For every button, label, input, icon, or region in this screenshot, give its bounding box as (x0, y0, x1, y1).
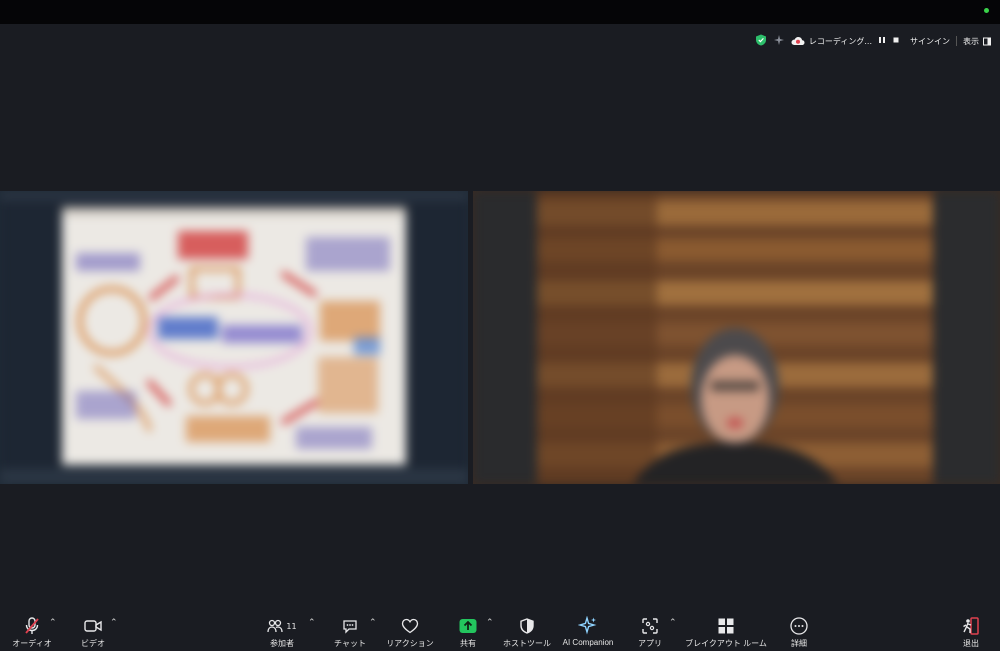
view-icon (983, 37, 991, 45)
window-top-bar (0, 0, 1000, 24)
apps-label: アプリ (638, 639, 662, 648)
camera-indicator-dot (984, 8, 989, 13)
stop-icon[interactable] (892, 36, 900, 46)
leave-button[interactable]: 退出 (956, 604, 986, 651)
share-label: 共有 (460, 639, 476, 648)
more-icon (790, 616, 808, 636)
leave-icon (962, 616, 980, 636)
video-tile-screen-share[interactable] (0, 191, 468, 484)
mic-muted-icon (24, 616, 40, 636)
host-shield-icon (520, 616, 534, 636)
reactions-label: リアクション (386, 639, 434, 648)
encryption-shield-icon[interactable] (755, 34, 767, 48)
participants-label: 参加者 (270, 639, 294, 648)
more-button[interactable]: 詳細 (784, 604, 814, 651)
participants-options-chevron-icon[interactable]: ⌃ (308, 618, 316, 628)
whiteboard-image (0, 191, 468, 484)
host-tools-label: ホストツール (503, 639, 551, 648)
participants-icon: 11 (267, 616, 297, 636)
heart-icon (401, 616, 419, 636)
ai-sparkle-icon (578, 616, 598, 636)
participants-button[interactable]: 11 参加者 (264, 604, 300, 651)
ai-companion-label: AI Companion (562, 638, 614, 647)
breakout-rooms-button[interactable]: ブレイクアウト ルーム (684, 604, 768, 651)
chat-icon (342, 616, 358, 636)
share-button[interactable]: 共有 (452, 604, 484, 651)
chat-options-chevron-icon[interactable]: ⌃ (369, 618, 377, 628)
divider (956, 36, 957, 46)
video-label: ビデオ (81, 639, 105, 648)
grid-icon (718, 616, 734, 636)
cloud-record-icon (791, 37, 805, 45)
more-label: 詳細 (791, 639, 807, 648)
pause-icon[interactable] (878, 36, 886, 46)
recording-label: レコーディング... (808, 36, 872, 46)
video-tile-participant[interactable] (473, 191, 1000, 484)
meeting-toolbar: オーディオ ⌃ ビデオ ⌃ 11 参加者 ⌃ チャット ⌃ リアクション 共有 … (0, 604, 1000, 651)
apps-options-chevron-icon[interactable]: ⌃ (669, 618, 677, 628)
signin-button[interactable]: サインイン (910, 36, 950, 47)
audio-button[interactable]: オーディオ (10, 604, 54, 651)
sparkle-icon[interactable] (773, 34, 785, 48)
leave-label: 退出 (963, 639, 979, 648)
apps-button[interactable]: アプリ (634, 604, 666, 651)
share-options-chevron-icon[interactable]: ⌃ (486, 618, 494, 628)
recording-status[interactable]: レコーディング... (791, 36, 872, 47)
apps-icon (641, 616, 659, 636)
chat-button[interactable]: チャット (332, 604, 368, 651)
host-tools-button[interactable]: ホストツール (500, 604, 554, 651)
reactions-button[interactable]: リアクション (384, 604, 436, 651)
view-button[interactable]: 表示 (963, 36, 992, 47)
participant-video (473, 191, 1000, 484)
share-arrow-icon (459, 616, 477, 636)
video-icon (84, 616, 102, 636)
video-options-chevron-icon[interactable]: ⌃ (110, 618, 118, 628)
audio-label: オーディオ (12, 639, 52, 648)
chat-label: チャット (334, 639, 366, 648)
view-label: 表示 (963, 36, 979, 46)
ai-companion-button[interactable]: AI Companion (558, 604, 618, 651)
participants-count: 11 (286, 621, 297, 631)
breakout-rooms-label: ブレイクアウト ルーム (685, 639, 767, 648)
video-button[interactable]: ビデオ (76, 604, 110, 651)
meeting-top-controls: レコーディング... サインイン 表示 (755, 32, 992, 50)
audio-options-chevron-icon[interactable]: ⌃ (49, 618, 57, 628)
